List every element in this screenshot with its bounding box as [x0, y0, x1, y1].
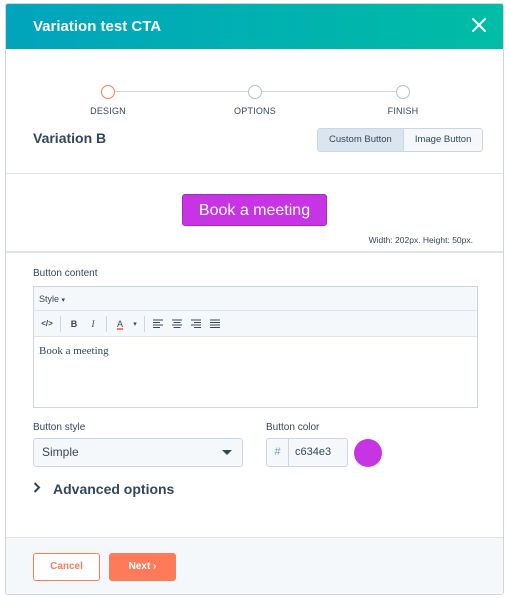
align-left-icon[interactable]: [149, 315, 167, 333]
button-style-value: Simple: [42, 445, 79, 459]
source-code-icon[interactable]: </>: [38, 315, 56, 333]
custom-button-option[interactable]: Custom Button: [318, 129, 404, 151]
caret-down-icon[interactable]: ▾: [130, 315, 140, 333]
progress-stepper: DESIGN OPTIONS FINISH: [6, 82, 503, 122]
dimensions-text: Width: 202px. Height: 50px.: [368, 235, 473, 245]
button-color-label: Button color: [266, 422, 320, 433]
editor-content[interactable]: Book a meeting: [34, 337, 477, 365]
step-connector: [115, 91, 254, 92]
step-label-finish: FINISH: [387, 106, 419, 116]
text-color-icon[interactable]: A: [111, 315, 129, 333]
divider: [6, 251, 503, 253]
button-content-label: Button content: [33, 268, 98, 279]
align-center-icon[interactable]: [168, 315, 186, 333]
cta-preview-button: Book a meeting: [182, 194, 327, 226]
cta-modal: Variation test CTA DESIGN OPTIONS FINISH…: [5, 3, 504, 595]
divider: [6, 173, 503, 174]
step-connector: [262, 91, 397, 92]
modal-title: Variation test CTA: [33, 18, 162, 35]
step-dot-design: [101, 85, 115, 99]
italic-icon[interactable]: I: [84, 315, 102, 333]
advanced-options-toggle[interactable]: Advanced options: [33, 480, 174, 498]
next-button[interactable]: Next ›: [109, 553, 176, 581]
modal-footer: Cancel Next ›: [6, 537, 503, 594]
button-style-select[interactable]: Simple: [33, 438, 243, 467]
style-dropdown[interactable]: Style ▾: [39, 294, 65, 304]
button-type-toggle: Custom Button Image Button: [317, 128, 484, 152]
bold-icon[interactable]: B: [65, 315, 83, 333]
toolbar-separator: [144, 315, 145, 332]
style-dropdown-label: Style: [39, 293, 60, 304]
editor-style-row: Style ▾: [34, 287, 477, 311]
modal-header: Variation test CTA: [6, 4, 503, 49]
variation-title: Variation B: [33, 130, 107, 146]
advanced-options-label: Advanced options: [53, 481, 175, 497]
caret-down-icon: ▾: [61, 296, 66, 304]
color-swatch[interactable]: [354, 439, 382, 467]
cancel-button[interactable]: Cancel: [33, 553, 100, 581]
rich-text-editor: Style ▾ </> B I A ▾ Book a meeting: [33, 286, 478, 408]
close-icon[interactable]: [469, 15, 489, 35]
hash-prefix: #: [266, 438, 288, 467]
chevron-right-icon: [33, 480, 41, 498]
image-button-option[interactable]: Image Button: [403, 129, 483, 151]
toolbar-separator: [60, 315, 61, 332]
align-justify-icon[interactable]: [206, 315, 224, 333]
step-dot-finish: [396, 85, 410, 99]
align-right-icon[interactable]: [187, 315, 205, 333]
button-color-input[interactable]: c634e3: [288, 438, 348, 467]
editor-toolbar: </> B I A ▾: [34, 311, 477, 337]
step-label-design: DESIGN: [90, 106, 126, 116]
button-style-label: Button style: [33, 422, 86, 433]
toolbar-separator: [106, 315, 107, 332]
chevron-down-icon: [222, 450, 232, 455]
step-dot-options: [248, 85, 262, 99]
step-label-options: OPTIONS: [234, 106, 276, 116]
